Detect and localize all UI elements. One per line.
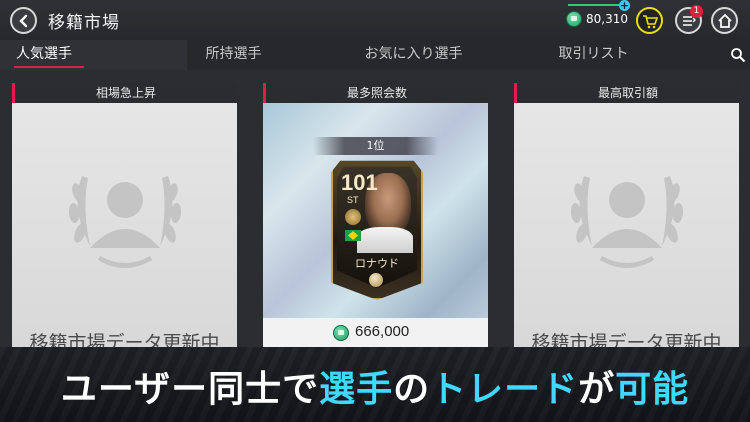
coin-value: 80,310 (586, 12, 628, 26)
tab-bar: 人気選手 所持選手 お気に入り選手 取引リスト (0, 40, 750, 70)
menu-list-button[interactable]: 1 (675, 5, 703, 34)
cart-icon (643, 15, 658, 29)
banner-caption: ユーザー同士で選手のトレードが可能 (0, 360, 750, 412)
page-title: 移籍市場 (48, 13, 120, 33)
brazil-flag-icon (345, 230, 361, 241)
card-body: 移籍市場データ更新中 (514, 103, 739, 348)
player-rating: 101 (341, 170, 378, 195)
player-card[interactable]: 101 ST ロナウド (331, 155, 423, 300)
card-body: 1位 101 ST ロナウド 666,000 (263, 103, 488, 348)
card-most-viewed[interactable]: 最多照会数 1位 101 ST ロナウド 666,000 (263, 83, 488, 348)
icon-class-emblem-icon (345, 209, 361, 225)
coin-icon (566, 11, 582, 27)
player-position: ST (347, 195, 359, 205)
card-title: 最多照会数 (263, 83, 488, 103)
banner-text-highlight: 選手 (319, 369, 394, 410)
promo-banner: ユーザー同士で選手のトレードが可能 (0, 347, 750, 422)
home-icon (718, 13, 732, 28)
card-title: 相場急上昇 (12, 83, 237, 103)
coin-icon (333, 325, 349, 341)
back-button[interactable] (10, 7, 37, 34)
cart-button[interactable] (636, 7, 663, 34)
tab-label: 人気選手 (16, 46, 72, 62)
banner-text-part: の (393, 369, 431, 410)
banner-text-highlight: 可能 (615, 369, 690, 410)
card-title: 最高取引額 (514, 83, 739, 103)
banner-text-part: が (578, 369, 616, 410)
card-trending[interactable]: 相場急上昇 移籍市場データ更新中 (12, 83, 237, 348)
coin-progress-bar (568, 4, 624, 6)
status-text: 移籍市場データ更新中 (531, 332, 722, 348)
price-strip: 666,000 (263, 318, 488, 348)
card-body: 移籍市場データ更新中 (12, 103, 237, 348)
tab-favorite-players[interactable]: お気に入り選手 (320, 40, 507, 70)
banner-text-highlight: トレード (430, 369, 579, 410)
player-shirt (357, 227, 413, 253)
tab-trade-list[interactable]: 取引リスト (500, 40, 687, 70)
tab-label: 所持選手 (205, 46, 262, 62)
top-bar: 移籍市場 + 80,310 1 (0, 0, 750, 40)
search-icon[interactable] (730, 47, 746, 63)
ball-icon (369, 273, 383, 287)
active-tab-indicator (14, 66, 84, 68)
card-highest-trade[interactable]: 最高取引額 移籍市場データ更新中 (514, 83, 739, 348)
chevron-left-icon (19, 14, 28, 28)
banner-text-part: ユーザー同士で (60, 369, 320, 410)
placeholder-avatar-laurel-icon (570, 176, 684, 268)
notification-badge: 1 (690, 5, 703, 18)
home-button[interactable] (711, 7, 738, 34)
player-price: 666,000 (355, 323, 410, 340)
placeholder-avatar-laurel-icon (68, 176, 182, 268)
player-name: ロナウド (355, 257, 399, 270)
rank-label: 1位 (313, 137, 438, 155)
status-text: 移籍市場データ更新中 (29, 332, 220, 348)
tab-label: お気に入り選手 (364, 46, 463, 62)
add-coins-icon[interactable]: + (619, 0, 630, 11)
tab-owned-players[interactable]: 所持選手 (140, 40, 327, 70)
tab-label: 取引リスト (558, 46, 629, 62)
coin-balance[interactable]: + 80,310 (564, 0, 630, 30)
